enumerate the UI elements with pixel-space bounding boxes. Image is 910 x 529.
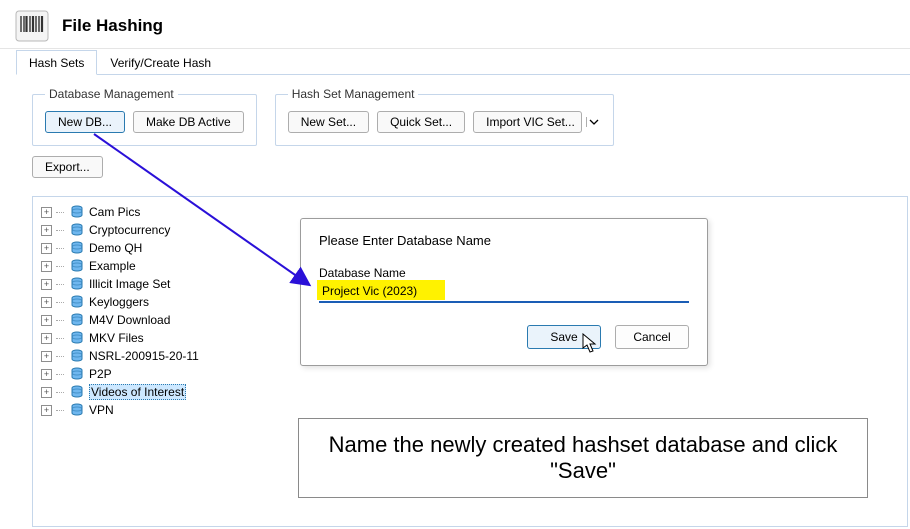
database-icon	[70, 403, 84, 417]
tree-expander[interactable]: +	[41, 261, 52, 272]
tree-item-label: VPN	[89, 403, 114, 417]
tree-item[interactable]: + Illicit Image Set	[41, 275, 281, 293]
export-button[interactable]: Export...	[32, 156, 103, 178]
tree-item[interactable]: + MKV Files	[41, 329, 281, 347]
import-vic-dropdown[interactable]	[586, 117, 601, 127]
tree-item-label: Illicit Image Set	[89, 277, 170, 291]
tree-item-label: Cryptocurrency	[89, 223, 170, 237]
barcode-icon	[14, 8, 50, 44]
cancel-button[interactable]: Cancel	[615, 325, 689, 349]
tree-item-label: MKV Files	[89, 331, 144, 345]
tree-item-label: Keyloggers	[89, 295, 149, 309]
tree-item-label: Example	[89, 259, 136, 273]
tab-verify-create[interactable]: Verify/Create Hash	[97, 50, 224, 75]
dialog-field-label: Database Name	[319, 266, 689, 280]
database-icon	[70, 277, 84, 291]
database-icon	[70, 205, 84, 219]
database-icon	[70, 313, 84, 327]
dialog-title: Please Enter Database Name	[319, 233, 689, 248]
tree-item[interactable]: + Videos of Interest	[41, 383, 281, 401]
tree-expander[interactable]: +	[41, 207, 52, 218]
database-icon	[70, 331, 84, 345]
tree-expander[interactable]: +	[41, 297, 52, 308]
tree-item[interactable]: + Keyloggers	[41, 293, 281, 311]
tree-expander[interactable]: +	[41, 405, 52, 416]
tree-item[interactable]: + NSRL-200915-20-11	[41, 347, 281, 365]
toolbar-row: Database Management New DB... Make DB Ac…	[0, 75, 910, 146]
new-set-button[interactable]: New Set...	[288, 111, 369, 133]
database-icon	[70, 349, 84, 363]
tree-item-label: P2P	[89, 367, 112, 381]
database-icon	[70, 367, 84, 381]
tree-item[interactable]: + P2P	[41, 365, 281, 383]
database-icon	[70, 223, 84, 237]
tree-item-label: Demo QH	[89, 241, 142, 255]
tree-expander[interactable]: +	[41, 279, 52, 290]
tree-item[interactable]: + Cam Pics	[41, 203, 281, 221]
tree-item-label: Videos of Interest	[89, 384, 186, 400]
page-title: File Hashing	[62, 16, 163, 36]
tree-item[interactable]: + M4V Download	[41, 311, 281, 329]
quick-set-button[interactable]: Quick Set...	[377, 111, 465, 133]
tree-item[interactable]: + Demo QH	[41, 239, 281, 257]
tree-expander[interactable]: +	[41, 351, 52, 362]
group-database-management: Database Management New DB... Make DB Ac…	[32, 87, 257, 146]
group-legend-hashset: Hash Set Management	[288, 87, 419, 101]
tree-item-label: M4V Download	[89, 313, 170, 327]
tree-expander[interactable]: +	[41, 333, 52, 344]
tree-item-label: NSRL-200915-20-11	[89, 349, 199, 363]
tree-expander[interactable]: +	[41, 315, 52, 326]
database-icon	[70, 241, 84, 255]
tree-expander[interactable]: +	[41, 243, 52, 254]
page-header: File Hashing	[0, 0, 910, 49]
instruction-caption: Name the newly created hashset database …	[298, 418, 868, 498]
tree-item[interactable]: + Cryptocurrency	[41, 221, 281, 239]
tree-expander[interactable]: +	[41, 225, 52, 236]
group-hashset-management: Hash Set Management New Set... Quick Set…	[275, 87, 614, 146]
tree-item[interactable]: + VPN	[41, 401, 281, 419]
tree-expander[interactable]: +	[41, 369, 52, 380]
import-vic-label: Import VIC Set...	[486, 115, 575, 129]
database-icon	[70, 385, 84, 399]
chevron-down-icon	[589, 117, 599, 127]
database-tree[interactable]: + Cam Pics + Cryptocurrency + Demo QH + Example…	[41, 203, 281, 419]
import-vic-set-button[interactable]: Import VIC Set...	[473, 111, 582, 133]
save-button[interactable]: Save	[527, 325, 601, 349]
database-icon	[70, 295, 84, 309]
database-icon	[70, 259, 84, 273]
make-db-active-button[interactable]: Make DB Active	[133, 111, 244, 133]
database-name-input[interactable]	[319, 282, 689, 303]
group-legend-db: Database Management	[45, 87, 178, 101]
tree-item-label: Cam Pics	[89, 205, 140, 219]
tree-expander[interactable]: +	[41, 387, 52, 398]
new-db-button[interactable]: New DB...	[45, 111, 125, 133]
tab-bar: Hash Sets Verify/Create Hash	[16, 49, 910, 75]
tab-hash-sets[interactable]: Hash Sets	[16, 50, 97, 75]
tree-item[interactable]: + Example	[41, 257, 281, 275]
database-name-dialog: Please Enter Database Name Database Name…	[300, 218, 708, 366]
